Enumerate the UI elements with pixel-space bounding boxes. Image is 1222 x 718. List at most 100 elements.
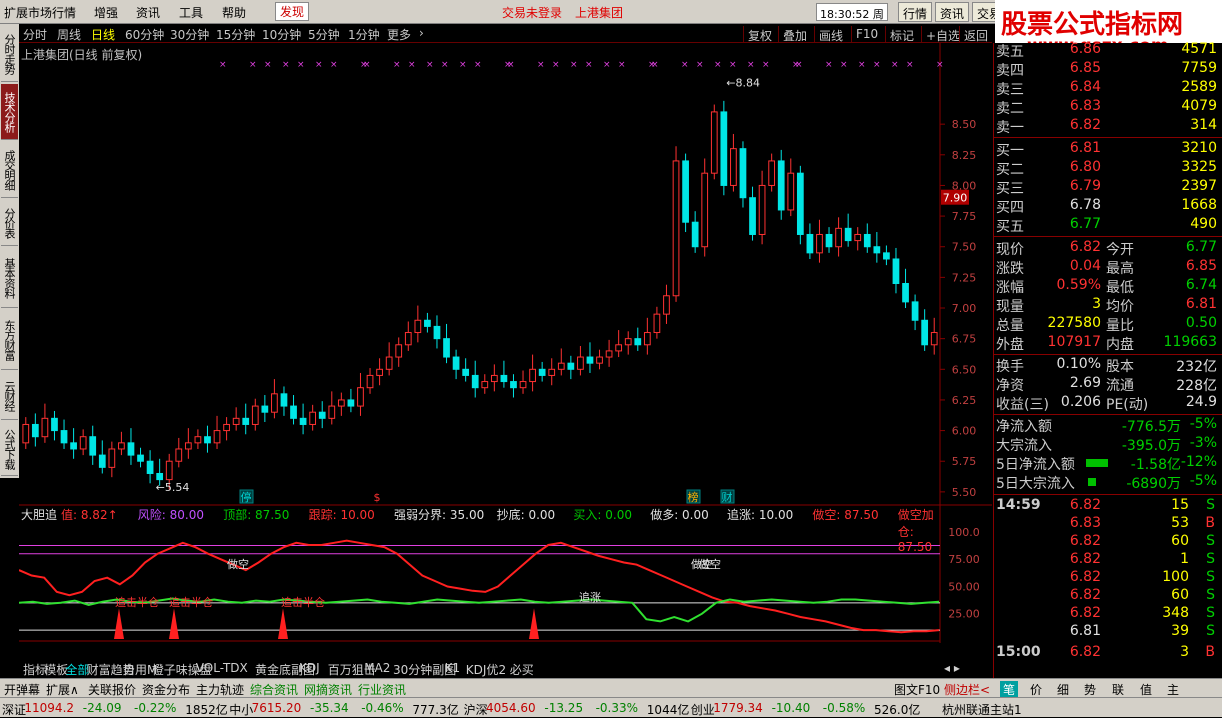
- indicator-annotation: 做空: [699, 557, 721, 571]
- current-price-text: 7.90: [943, 192, 968, 205]
- tab-profile[interactable]: 基本资料: [1, 248, 18, 308]
- bottom-right-button[interactable]: 细: [1057, 681, 1069, 698]
- bottom-tab[interactable]: 资金分布: [142, 681, 190, 698]
- high-price-label: ←8.84: [726, 76, 760, 89]
- sell-level-row: 卖二 6.83 4079: [994, 98, 1222, 117]
- row-price: 6.77: [1069, 216, 1101, 232]
- candle-body: [223, 423, 230, 432]
- indicator-annotation: 做空: [227, 557, 249, 571]
- candle-body: [682, 160, 689, 223]
- bottom-right-button[interactable]: 联: [1112, 681, 1124, 698]
- row-volume: 490: [1190, 216, 1217, 232]
- candle-body: [768, 160, 776, 186]
- menu-item-help[interactable]: 帮助: [222, 4, 246, 21]
- bottom-right-button[interactable]: 图文F10: [894, 681, 940, 698]
- tab-cloud-finance[interactable]: 云财经: [1, 372, 18, 420]
- chevron-right-icon[interactable]: ›: [419, 26, 424, 40]
- period-30min[interactable]: 30分钟: [170, 26, 209, 43]
- tab-intraday[interactable]: 分时走势: [1, 26, 18, 82]
- stat-label: 外盘: [996, 337, 1024, 353]
- period-more[interactable]: 更多: [387, 26, 411, 43]
- fund-flow-row[interactable]: 大宗流入 -395.0万 -3%: [994, 435, 1222, 454]
- bottom-tab[interactable]: 主力轨迹: [196, 681, 244, 698]
- kline-chart[interactable]: 8.508.258.007.757.507.257.006.756.506.25…: [19, 43, 992, 643]
- menu-item-enhance[interactable]: 增强: [94, 4, 118, 21]
- indicator-tab[interactable]: 必买: [510, 661, 534, 678]
- menu-item-news[interactable]: 资讯: [136, 4, 160, 21]
- candle-body: [165, 460, 173, 481]
- tab-trades[interactable]: 成交明细: [1, 142, 18, 198]
- row-price: 6.83: [1069, 98, 1101, 114]
- quote-button[interactable]: 行情: [898, 2, 933, 22]
- signal-mark: ×: [507, 60, 515, 70]
- sub-y-tick-label: 75.00: [948, 553, 980, 566]
- candle-body: [873, 246, 881, 254]
- bottom-tab[interactable]: 扩展∧: [46, 681, 79, 698]
- fund-flow-row[interactable]: 5日净流入额 -1.58亿 -12%: [994, 454, 1222, 473]
- candle-body: [385, 356, 393, 370]
- tab-technical[interactable]: 技术分析: [1, 84, 18, 140]
- menu-item-tools[interactable]: 工具: [179, 4, 203, 21]
- indicator-red-line: [19, 539, 940, 634]
- period-intraday[interactable]: 分时: [23, 26, 47, 43]
- tab-scroll-arrows[interactable]: ◂ ▸: [944, 661, 960, 675]
- bottom-tab[interactable]: 网摘资讯: [304, 681, 352, 698]
- period-60min[interactable]: 60分钟: [125, 26, 164, 43]
- bottom-right-button[interactable]: 价: [1030, 681, 1042, 698]
- draw-line-button[interactable]: 画线: [814, 26, 847, 43]
- mark-button[interactable]: 标记: [885, 26, 918, 43]
- trade-login-status[interactable]: 交易未登录: [502, 4, 562, 21]
- row-volume: 3210: [1181, 140, 1217, 156]
- row-price: 6.80: [1069, 159, 1101, 175]
- bottom-tab[interactable]: 关联报价: [88, 681, 136, 698]
- bottom-right-button[interactable]: 势: [1084, 681, 1096, 698]
- indicator-tab[interactable]: KDJ: [299, 661, 320, 675]
- bottom-tab[interactable]: 行业资讯: [358, 681, 406, 698]
- period-1min[interactable]: 1分钟: [348, 26, 380, 43]
- indicator-field: 做空加仓: 87.50: [897, 508, 934, 554]
- bottom-right-button[interactable]: 值: [1140, 681, 1152, 698]
- f10-button[interactable]: F10: [851, 26, 882, 43]
- bottom-tab[interactable]: 综合资讯: [250, 681, 298, 698]
- period-weekly[interactable]: 周线: [57, 26, 81, 43]
- overlay-button[interactable]: 叠加: [778, 26, 811, 43]
- status-item: 526.0亿: [874, 703, 921, 717]
- info-button[interactable]: 资讯: [935, 2, 970, 22]
- signal-mark: ×: [729, 60, 737, 70]
- indicator-tab[interactable]: KDJ优2: [466, 661, 506, 678]
- row-volume: 3325: [1181, 159, 1217, 175]
- period-5min[interactable]: 5分钟: [308, 26, 340, 43]
- tick-price: 6.82: [1069, 644, 1101, 660]
- bottom-right-button[interactable]: 侧边栏<: [944, 681, 990, 698]
- indicator-field: 做多: 0.00: [650, 508, 709, 522]
- indicator-tab[interactable]: VOL-TDX: [196, 661, 248, 675]
- stat-value: 0.10%: [1056, 356, 1101, 372]
- signal-mark: ×: [858, 60, 866, 70]
- add-watchlist-button[interactable]: +自选: [921, 26, 964, 43]
- tick-direction: S: [1206, 569, 1215, 585]
- indicator-field: 强弱分界: 35.00: [394, 508, 485, 522]
- period-15min[interactable]: 15分钟: [216, 26, 255, 43]
- bottom-right-button[interactable]: 笔: [1000, 681, 1019, 698]
- period-10min[interactable]: 10分钟: [262, 26, 301, 43]
- sell-level-row: 卖五 6.86 4571: [994, 41, 1222, 60]
- period-daily[interactable]: 日线: [91, 26, 115, 43]
- candle-body: [816, 233, 823, 254]
- candle-body: [347, 399, 355, 407]
- indicator-tab[interactable]: MA2: [364, 661, 390, 675]
- fund-flow-row[interactable]: 5日大宗流入 -6890万 -5%: [994, 473, 1222, 492]
- tab-eastmoney[interactable]: 东方财富: [1, 310, 18, 370]
- candle-body: [615, 344, 623, 352]
- tick-volume: 15: [1171, 497, 1189, 513]
- fund-flow-row[interactable]: 净流入额 -776.5万 -5%: [994, 416, 1222, 435]
- bottom-tab[interactable]: 开弹幕: [4, 681, 40, 698]
- back-button[interactable]: 返回: [959, 26, 992, 43]
- menu-item-market[interactable]: 扩展市场行情: [4, 4, 76, 21]
- menu-item-discover[interactable]: 发现: [275, 2, 310, 21]
- bottom-right-button[interactable]: 主: [1167, 681, 1179, 698]
- tab-price-table[interactable]: 分价表: [1, 200, 18, 246]
- indicator-tab[interactable]: K1: [445, 661, 461, 675]
- clock: 18:30:52 周日: [816, 3, 888, 37]
- adjust-button[interactable]: 复权: [743, 26, 776, 43]
- tab-formula-download[interactable]: 公式下载: [1, 422, 18, 476]
